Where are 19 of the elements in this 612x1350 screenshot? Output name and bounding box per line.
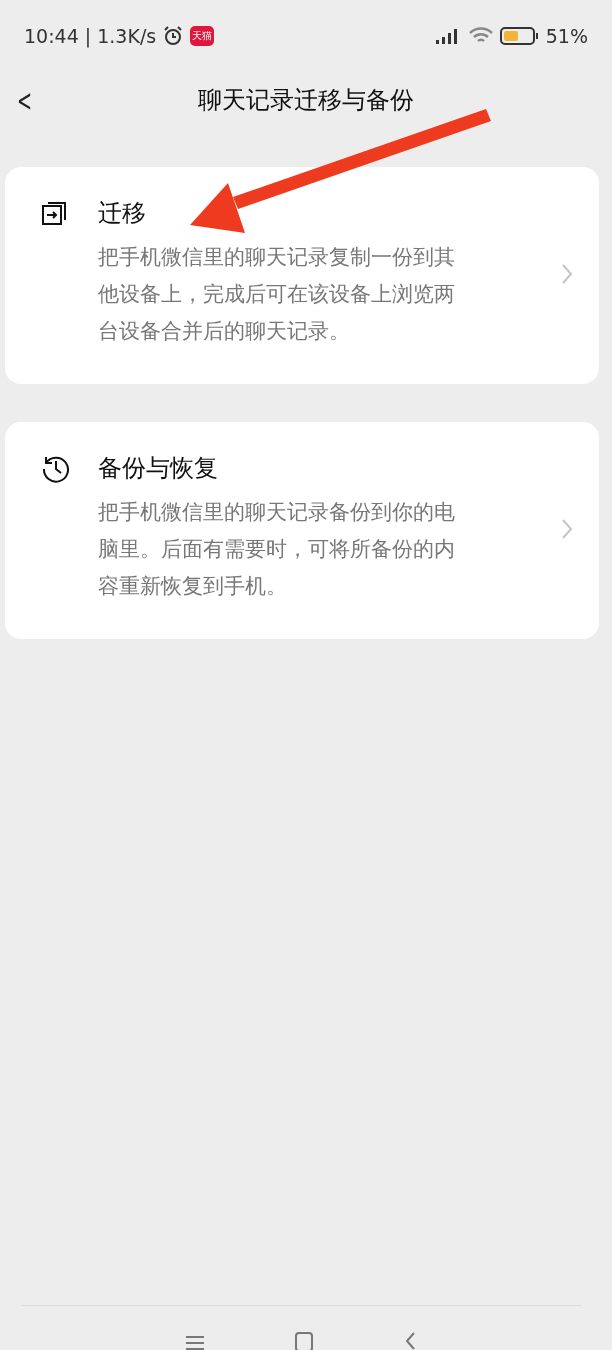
option-title: 迁移 xyxy=(98,198,147,229)
app-badge: 天猫 xyxy=(190,26,215,46)
home-icon[interactable] xyxy=(295,1332,313,1350)
export-icon xyxy=(40,199,68,227)
menu-icon[interactable] xyxy=(186,1334,205,1350)
chevron-right-icon xyxy=(561,517,573,540)
option-title: 备份与恢复 xyxy=(98,453,219,484)
back-icon[interactable] xyxy=(403,1332,416,1350)
back-button[interactable]: < xyxy=(14,82,35,118)
status-time: 10:44 xyxy=(24,25,79,47)
page-title: 聊天记录迁移与备份 xyxy=(198,85,414,116)
network-speed: | 1.3K/s xyxy=(84,25,157,47)
option-description: 把手机微信里的聊天记录备份到你的电脑里。后面有需要时，可将所备份的内容重新恢复到手机。 xyxy=(98,499,456,600)
option-card[interactable]: 迁移 把手机微信里的聊天记录复制一份到其他设备上，完成后可在该设备上浏览两台设备合并后的聊天记录。 xyxy=(5,167,599,384)
option-description: 把手机微信里的聊天记录复制一份到其他设备上，完成后可在该设备上浏览两台设备合并后的聊天记录。 xyxy=(98,244,456,345)
option-card[interactable]: 备份与恢复 把手机微信里的聊天记录备份到你的电脑里。后面有需要时，可将所备份的内容重新恢复到手机。 xyxy=(5,422,599,639)
chevron-right-icon xyxy=(561,262,573,285)
battery-icon xyxy=(499,26,540,46)
battery-percent: 51% xyxy=(545,25,588,47)
